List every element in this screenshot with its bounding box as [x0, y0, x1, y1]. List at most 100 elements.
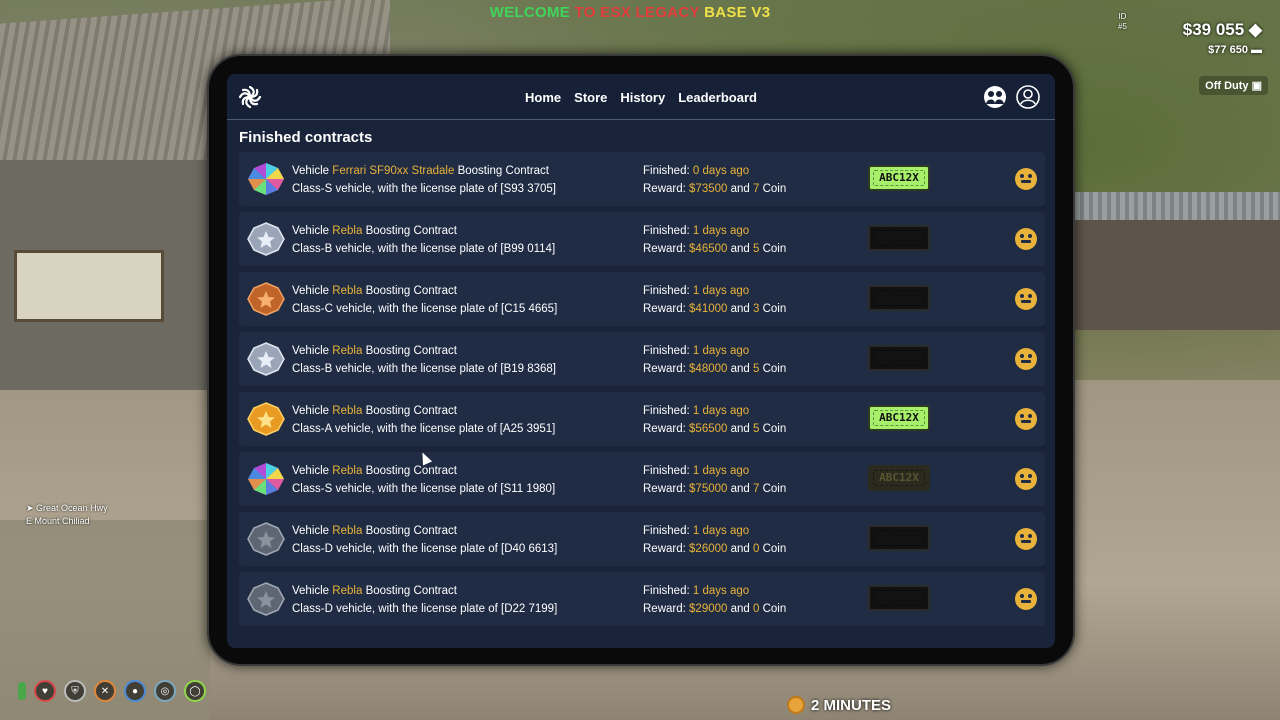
hunger-icon: ✕	[94, 680, 116, 702]
user-icon[interactable]	[1016, 85, 1040, 109]
license-plate	[868, 525, 930, 551]
smile-icon[interactable]	[1015, 288, 1037, 310]
reward-value: $73500	[689, 183, 728, 195]
smile-icon[interactable]	[1015, 348, 1037, 370]
street-display: ➤ Great Ocean Hwy E Mount Chiliad	[26, 503, 108, 526]
plate-frame	[873, 350, 925, 366]
contract-row[interactable]: Vehicle Rebla Boosting Contract Class-S …	[239, 452, 1045, 506]
vehicle-name: Rebla	[332, 465, 363, 477]
reward-label: Reward:	[643, 303, 686, 315]
nav-history[interactable]: History	[620, 90, 665, 105]
vehicle-label: Vehicle	[292, 465, 330, 477]
finished-label: Finished:	[643, 585, 690, 597]
duty-text: Off Duty	[1205, 80, 1249, 92]
briefcase-icon: ▣	[1251, 80, 1262, 92]
coin-label: Coin	[762, 363, 787, 375]
coin-label: Coin	[762, 423, 787, 435]
contract-meta: Finished: 1 days ago Reward: $41000 and …	[643, 282, 786, 318]
and-label: and	[730, 243, 750, 255]
finished-label: Finished:	[643, 405, 690, 417]
smile-icon[interactable]	[1015, 168, 1037, 190]
coin-label: Coin	[762, 483, 787, 495]
class-line: Class-B vehicle, with the license plate …	[292, 243, 556, 255]
license-plate	[868, 585, 930, 611]
coin-value: 7	[753, 483, 760, 495]
status-bar: ♥ ⛨ ✕ ● ◎ ◯	[18, 680, 206, 702]
vehicle-name: Ferrari SF90xx Stradale	[332, 165, 455, 177]
class-line: Class-S vehicle, with the license plate …	[292, 183, 557, 195]
vehicle-name: Rebla	[332, 345, 363, 357]
plate-frame	[873, 170, 925, 186]
and-label: and	[730, 303, 750, 315]
class-line: Class-B vehicle, with the license plate …	[292, 363, 557, 375]
coin-value: 5	[753, 363, 760, 375]
plate-frame	[873, 410, 925, 426]
crew-icon[interactable]	[983, 85, 1007, 109]
contract-row[interactable]: Vehicle Rebla Boosting Contract Class-D …	[239, 572, 1045, 626]
contract-row[interactable]: Vehicle Rebla Boosting Contract Class-D …	[239, 512, 1045, 566]
coin-value: 0	[753, 603, 760, 615]
reward-label: Reward:	[643, 483, 686, 495]
finished-label: Finished:	[643, 525, 690, 537]
reward-value: $48000	[689, 363, 728, 375]
contracts-list: Vehicle Ferrari SF90xx Stradale Boosting…	[239, 152, 1045, 632]
nav-home[interactable]: Home	[525, 90, 561, 105]
smile-icon[interactable]	[1015, 408, 1037, 430]
and-label: and	[730, 543, 750, 555]
contract-meta: Finished: 1 days ago Reward: $75000 and …	[643, 462, 786, 498]
cash-display: $39 055 ◆	[1183, 20, 1262, 40]
smile-icon[interactable]	[1015, 588, 1037, 610]
smile-icon[interactable]	[1015, 228, 1037, 250]
nav-leaderboard[interactable]: Leaderboard	[678, 90, 757, 105]
contract-row[interactable]: Vehicle Rebla Boosting Contract Class-B …	[239, 212, 1045, 266]
coin-label: Coin	[762, 243, 787, 255]
coin-label: Coin	[762, 183, 787, 195]
class-badge-icon	[246, 222, 286, 256]
smile-icon[interactable]	[1015, 468, 1037, 490]
contract-row[interactable]: Vehicle Ferrari SF90xx Stradale Boosting…	[239, 152, 1045, 206]
contract-description: Vehicle Rebla Boosting Contract Class-S …	[292, 462, 555, 498]
contract-meta: Finished: 1 days ago Reward: $26000 and …	[643, 522, 786, 558]
finished-label: Finished:	[643, 225, 690, 237]
and-label: and	[730, 483, 750, 495]
coin-value: 5	[753, 423, 760, 435]
contract-description: Vehicle Rebla Boosting Contract Class-B …	[292, 342, 556, 378]
contract-row[interactable]: Vehicle Rebla Boosting Contract Class-C …	[239, 272, 1045, 326]
contract-description: Vehicle Rebla Boosting Contract Class-D …	[292, 522, 557, 558]
tablet: Home Store History Leaderboard Finished …	[207, 54, 1075, 666]
finished-value: 1 days ago	[692, 285, 750, 297]
bank-amount: $77 650	[1208, 44, 1248, 56]
reward-value: $46500	[689, 243, 728, 255]
contract-meta: Finished: 1 days ago Reward: $48000 and …	[643, 342, 786, 378]
contract-row[interactable]: Vehicle Rebla Boosting Contract Class-B …	[239, 332, 1045, 386]
duty-status: Off Duty ▣	[1199, 76, 1268, 95]
reward-label: Reward:	[643, 543, 686, 555]
license-plate: ABC12X	[868, 405, 930, 431]
vehicle-label: Vehicle	[292, 525, 330, 537]
coin-icon	[787, 696, 805, 714]
scene-sign	[14, 250, 164, 322]
welcome-banner: WELCOME TO ESX LEGACY BASE V3	[0, 4, 1260, 21]
smile-icon[interactable]	[1015, 528, 1037, 550]
class-line: Class-S vehicle, with the license plate …	[292, 483, 556, 495]
finished-value: 0 days ago	[692, 165, 750, 177]
nav-store[interactable]: Store	[574, 90, 607, 105]
bank-display: $77 650 ▬	[1208, 44, 1262, 56]
finished-value: 1 days ago	[692, 465, 750, 477]
vehicle-name: Rebla	[332, 405, 363, 417]
contract-label: Boosting Contract	[365, 405, 457, 417]
class-badge-icon	[246, 582, 286, 616]
reward-label: Reward:	[643, 363, 686, 375]
player-id-value: #5	[1118, 22, 1127, 31]
contract-row[interactable]: Vehicle Rebla Boosting Contract Class-A …	[239, 392, 1045, 446]
finished-label: Finished:	[643, 465, 690, 477]
vehicle-label: Vehicle	[292, 405, 330, 417]
coin-value: 0	[753, 543, 760, 555]
vehicle-name: Rebla	[332, 285, 363, 297]
class-line: Class-A vehicle, with the license plate …	[292, 423, 556, 435]
contract-description: Vehicle Rebla Boosting Contract Class-D …	[292, 582, 557, 618]
vehicle-name: Rebla	[332, 585, 363, 597]
class-badge-icon	[246, 342, 286, 376]
reward-value: $75000	[689, 483, 728, 495]
class-line: Class-D vehicle, with the license plate …	[292, 603, 558, 615]
